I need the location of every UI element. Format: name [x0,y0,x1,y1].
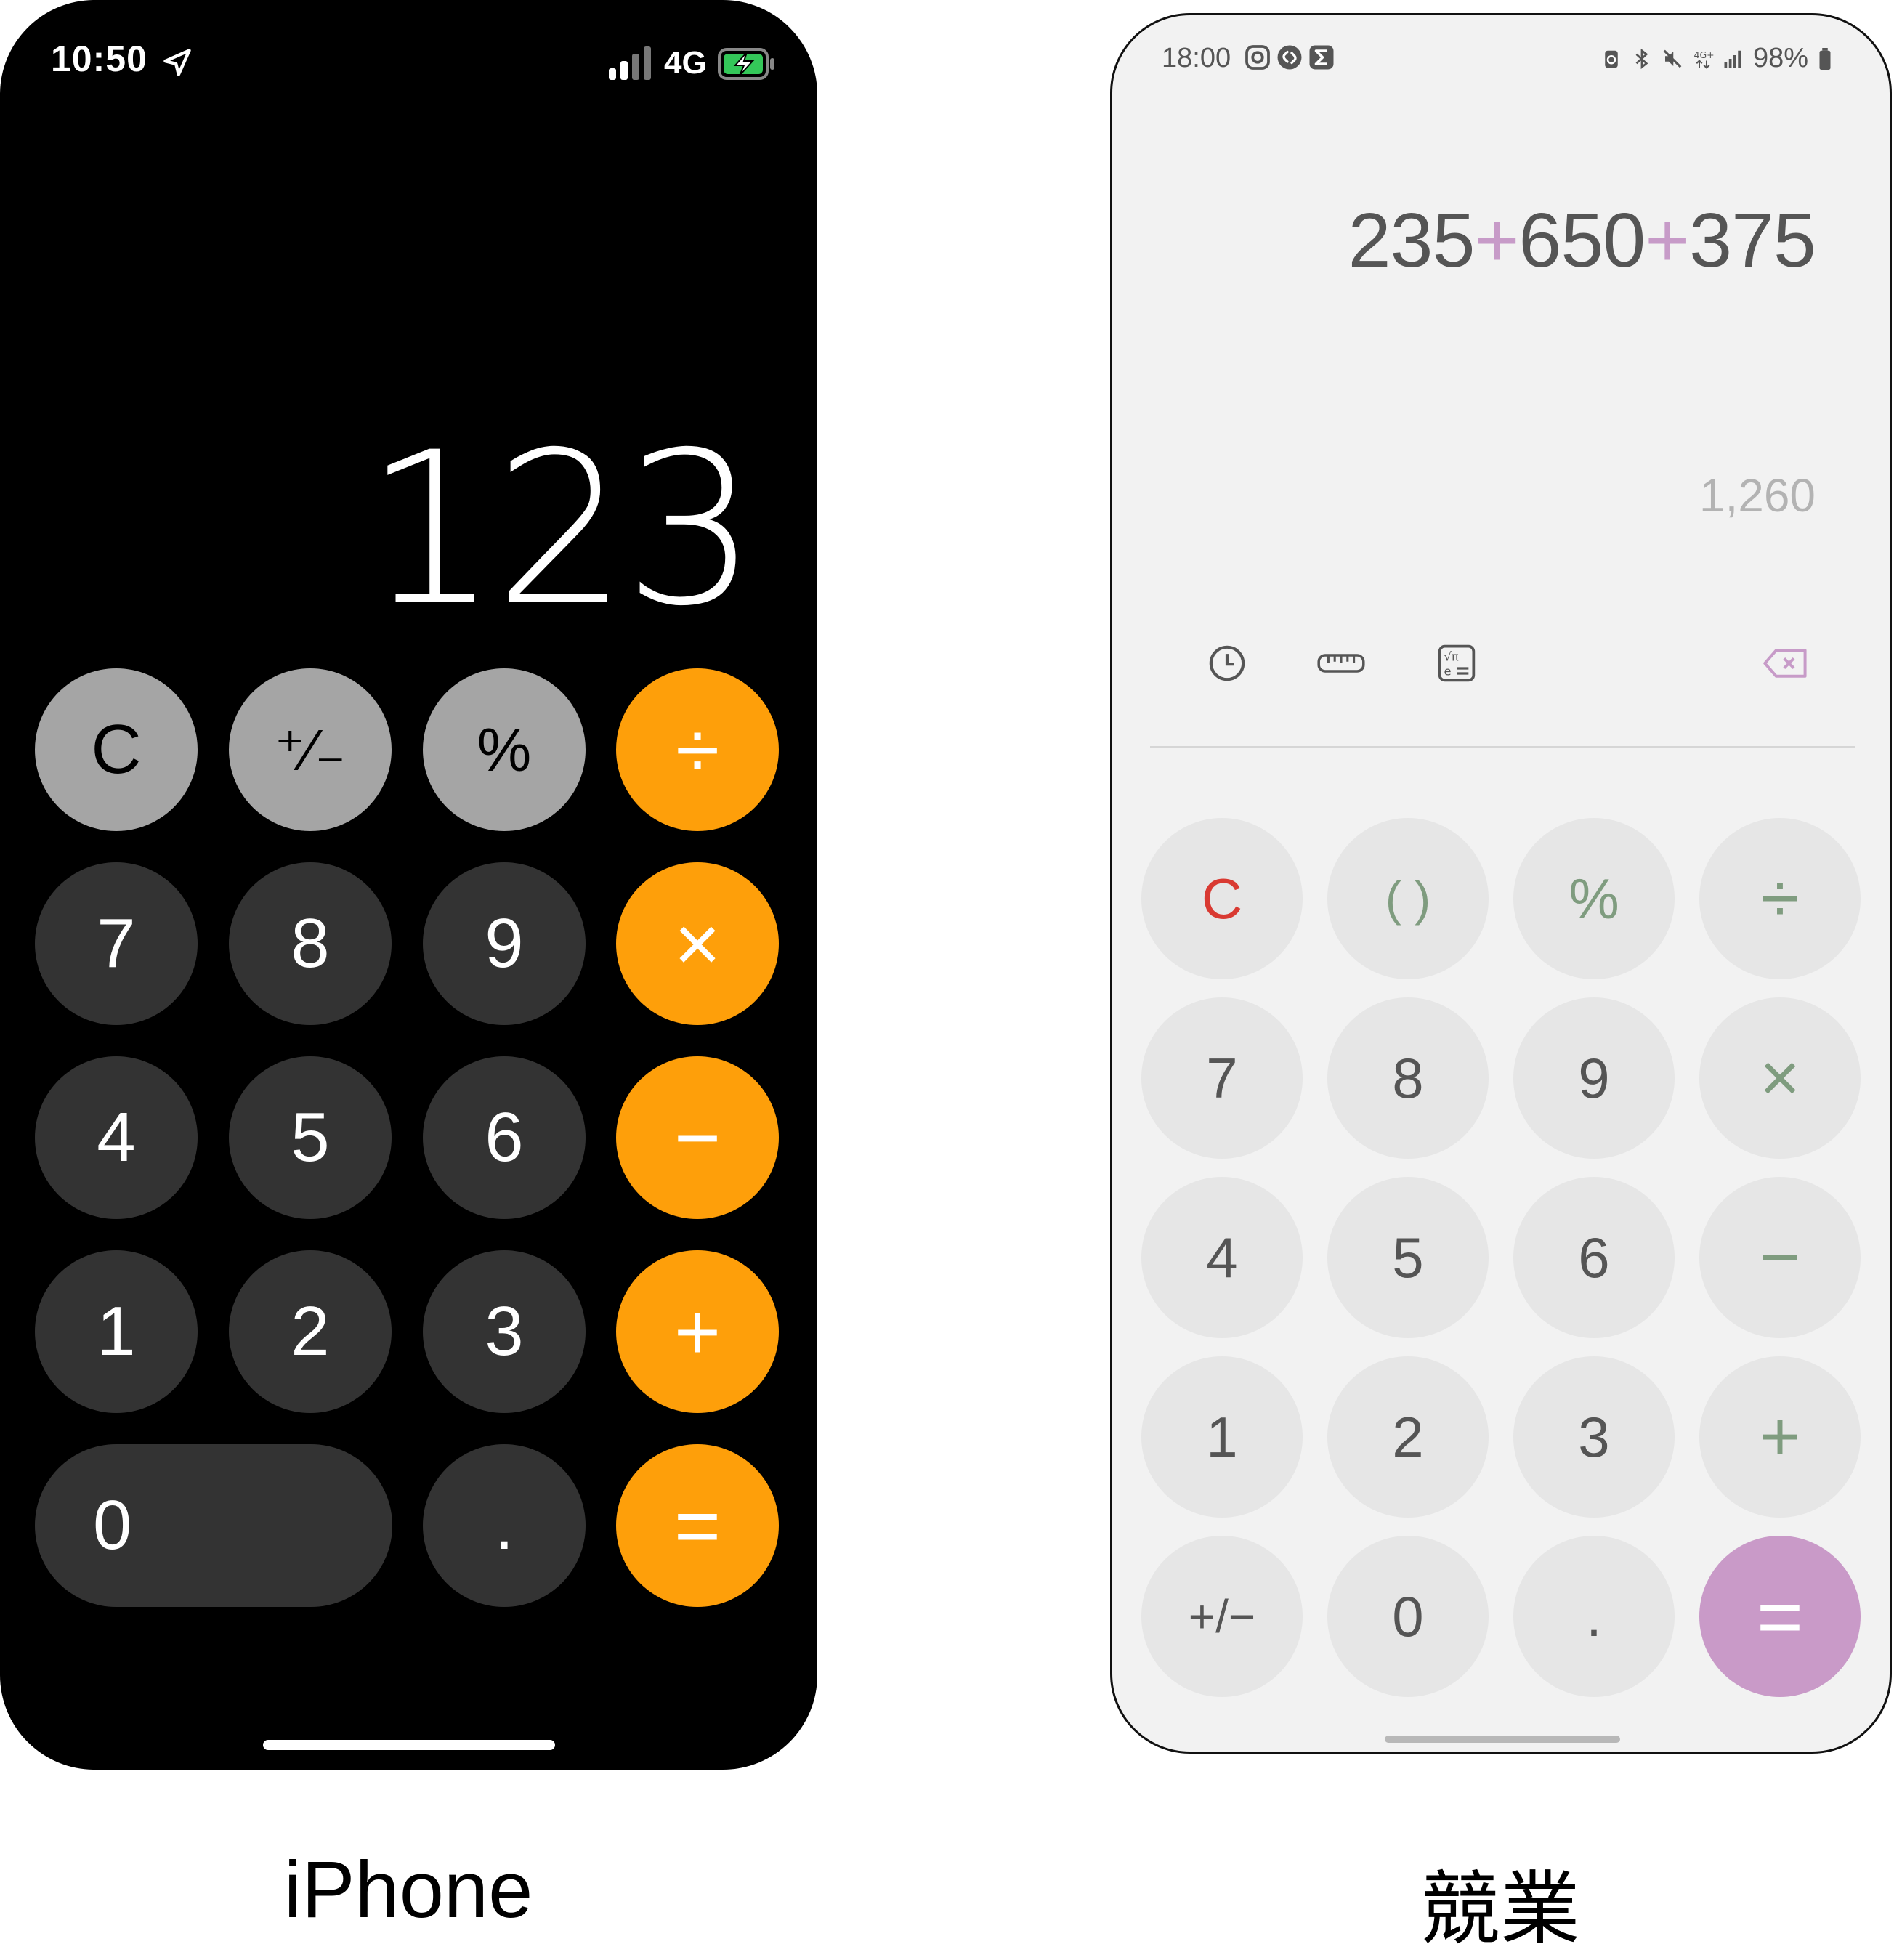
android-minus-button[interactable]: − [1699,1177,1861,1338]
signal-icon [1724,50,1741,68]
android-key-3[interactable]: 3 [1513,1356,1675,1518]
ios-key-9[interactable]: 9 [423,862,586,1025]
android-home-indicator[interactable] [1385,1736,1620,1743]
android-status-right: 4G+ 98% [1600,43,1833,74]
android-sign-button[interactable]: +/− [1141,1536,1303,1697]
ios-equals-button[interactable]: = [616,1444,779,1607]
shazam-icon [1277,45,1302,70]
ios-plus-button[interactable]: + [616,1250,779,1413]
android-equals-button[interactable]: = [1699,1536,1861,1697]
ios-display: 123 [364,408,758,652]
battery-icon [1819,47,1831,70]
ios-status-time: 10:50 [51,39,147,79]
expression-operand: 235 [1348,198,1476,283]
signal-icon [609,46,651,80]
ios-key-4[interactable]: 4 [35,1056,198,1219]
battery-charging-icon [718,48,774,80]
ios-status-bar: 10:50 4G [0,0,817,131]
ios-key-1[interactable]: 1 [35,1250,198,1413]
android-status-time: 18:00 [1162,43,1231,73]
android-key-4[interactable]: 4 [1141,1177,1303,1338]
ios-sign-button[interactable]: ⁺∕₋ [229,668,392,831]
mute-icon [1663,49,1682,68]
expression-operator: + [1474,198,1519,283]
android-battery-percent: 98% [1752,43,1808,73]
scientific-mode-button[interactable]: √π e [1433,640,1480,687]
android-plus-button[interactable]: + [1699,1356,1861,1518]
ios-percent-button[interactable]: % [423,668,586,831]
android-key-8[interactable]: 8 [1327,997,1489,1159]
iphone-calculator: 10:50 4G 123 C ⁺∕₋ % ÷ 7 8 9 × 4 5 6 − 1… [0,0,817,1770]
ruler-icon [1317,654,1365,673]
ios-clear-button[interactable]: C [35,668,198,831]
android-multiply-button[interactable]: × [1699,997,1861,1159]
ios-network-type: 4G [664,45,707,81]
android-key-1[interactable]: 1 [1141,1356,1303,1518]
android-percent-button[interactable]: % [1513,818,1675,979]
android-key-0[interactable]: 0 [1327,1536,1489,1697]
backspace-button[interactable] [1760,640,1811,687]
android-key-6[interactable]: 6 [1513,1177,1675,1338]
ios-key-6[interactable]: 6 [423,1056,586,1219]
ios-key-3[interactable]: 3 [423,1250,586,1413]
android-parentheses-button[interactable]: ( ) [1327,818,1489,979]
ios-key-8[interactable]: 8 [229,862,392,1025]
4g-icon: 4G+ [1693,49,1714,69]
android-key-2[interactable]: 2 [1327,1356,1489,1518]
ios-decimal-button[interactable]: . [423,1444,586,1607]
unit-converter-button[interactable] [1314,640,1368,687]
android-key-9[interactable]: 9 [1513,997,1675,1159]
android-calculator: 18:00 4G+ 98% 235+650+375 1,260 √π e C (… [1110,13,1892,1754]
backspace-icon [1763,649,1807,678]
android-key-5[interactable]: 5 [1327,1177,1489,1338]
ios-key-0[interactable]: 0 [35,1444,392,1607]
android-divide-button[interactable]: ÷ [1699,818,1861,979]
competitor-caption: 競業 [1420,1865,1580,1954]
history-button[interactable] [1204,640,1250,687]
instagram-icon [1245,45,1270,70]
expression-operand: 375 [1689,198,1816,283]
ios-key-2[interactable]: 2 [229,1250,392,1413]
sigma-icon [1309,45,1334,70]
expression-operand: 650 [1518,198,1646,283]
android-key-7[interactable]: 7 [1141,997,1303,1159]
ios-key-7[interactable]: 7 [35,862,198,1025]
battery-saver-icon [1605,50,1618,68]
ios-divide-button[interactable]: ÷ [616,668,779,831]
ios-multiply-button[interactable]: × [616,862,779,1025]
history-icon [1209,645,1245,681]
ios-home-indicator[interactable] [263,1740,555,1750]
keypad-divider [1150,746,1855,748]
android-expression[interactable]: 235+650+375 [1348,197,1816,285]
scientific-icon: √π e [1438,644,1476,682]
svg-text:√π: √π [1444,650,1459,664]
android-decimal-button[interactable]: . [1513,1536,1675,1697]
svg-text:4G+: 4G+ [1693,49,1714,60]
bluetooth-icon [1635,48,1648,69]
android-clear-button[interactable]: C [1141,818,1303,979]
ios-key-5[interactable]: 5 [229,1056,392,1219]
location-arrow-icon [163,49,191,76]
svg-text:e: e [1444,664,1452,678]
android-result-preview: 1,260 [1699,469,1816,522]
expression-operator: + [1645,198,1690,283]
iphone-caption: iPhone [283,1845,533,1935]
ios-minus-button[interactable]: − [616,1056,779,1219]
